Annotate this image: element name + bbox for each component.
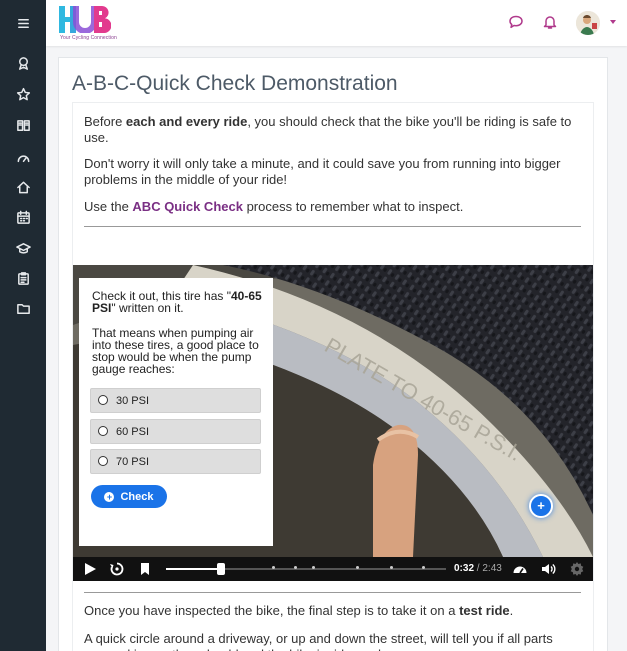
home-icon[interactable] [0,172,46,202]
play-icon[interactable] [82,561,98,577]
settings-gear-icon[interactable] [569,561,585,577]
quiz-option-label: 70 PSI [116,456,150,468]
interaction-marker[interactable] [390,566,393,569]
folder-icon[interactable] [0,293,46,323]
star-icon[interactable] [0,79,46,109]
radio-icon[interactable] [98,426,108,436]
divider-top [84,226,581,227]
video-hotspot-button[interactable]: + [529,494,553,518]
quiz-option-label: 60 PSI [116,426,150,438]
award-icon[interactable] [0,48,46,78]
intro-text-start: Before [84,114,126,129]
radio-icon[interactable] [98,395,108,405]
menu-icon[interactable] [0,8,46,38]
lesson-card: A-B-C-Quick Check Demonstration Before e… [58,57,608,651]
video-progress-handle[interactable] [216,563,225,575]
radio-icon[interactable] [98,456,108,466]
check-button-label: Check [120,490,154,503]
intro-paragraph: Before each and every ride, you should c… [84,114,574,146]
reassurance-paragraph: Don't worry it will only take a minute, … [84,156,561,187]
graduation-cap-icon[interactable] [0,233,46,263]
abc-paragraph: Use the ABC Quick Check process to remem… [84,199,574,215]
abc-text-start: Use the [84,199,133,214]
divider-bottom [84,592,581,593]
bell-icon[interactable] [542,14,560,32]
playback-speed-icon[interactable] [512,561,528,577]
quiz-option-70-psi[interactable]: 70 PSI [90,449,261,474]
abc-text-end: process to remember what to inspect. [242,199,464,214]
test-ride-text-end: . [509,603,514,618]
abc-quick-check-link[interactable]: ABC Quick Check [132,199,243,214]
quiz-question: Check it out, this tire has "40-65 PSI" … [92,290,262,314]
interaction-marker[interactable] [294,566,297,569]
sidebar [0,0,46,651]
user-menu-caret-icon[interactable] [610,20,616,24]
test-ride-paragraph: Once you have inspected the bike, the fi… [84,603,574,619]
test-ride-text-start: Once you have inspected the bike, the fi… [84,603,460,618]
chat-icon[interactable] [508,14,526,32]
quiz-option-60-psi[interactable]: 60 PSI [90,419,261,444]
interaction-marker[interactable] [356,566,359,569]
dashboard-icon[interactable] [0,143,46,173]
logo-tagline: Your Cycling Connection [60,35,117,41]
quiz-question-end: " written on it. [111,301,184,315]
test-ride-emphasis: test ride [459,603,510,618]
quiz-option-30-psi[interactable]: 30 PSI [90,388,261,413]
calendar-icon[interactable] [0,202,46,232]
interaction-marker[interactable] [312,566,315,569]
top-bar: Your Cycling Connection [46,0,627,46]
video-duration: 2:43 [482,563,502,574]
video-progress-played [166,568,221,570]
check-plus-icon: + [104,491,115,502]
quiz-option-label: 30 PSI [116,395,150,407]
intro-emphasis: each and every ride [125,114,248,129]
clipboard-icon[interactable] [0,263,46,293]
rewind-10-icon[interactable] [109,561,125,577]
bookmark-icon[interactable] [137,561,153,577]
interaction-marker[interactable] [422,566,425,569]
interaction-marker[interactable] [272,566,275,569]
logo-mark [59,6,111,33]
page-title: A-B-C-Quick Check Demonstration [72,72,398,95]
current-time: 0:32 [454,563,475,574]
check-button[interactable]: + Check [91,485,167,508]
book-icon[interactable] [0,110,46,140]
video-controls: 0:32 / 2:43 [73,557,593,581]
volume-icon[interactable] [540,561,556,577]
lesson-content: Before each and every ride, you should c… [72,102,594,651]
user-avatar[interactable] [576,11,600,35]
quiz-question-detail: That means when pumping air into these t… [92,326,259,376]
quiz-panel: Check it out, this tire has "40-65 PSI" … [79,278,273,546]
hub-logo[interactable]: Your Cycling Connection [59,6,123,42]
test-ride-detail-paragraph: A quick circle around a driveway, or up … [84,631,553,651]
interactive-video[interactable]: PLATE TO 40-65 P.S.I. Check it out, this… [73,265,593,581]
video-progress-bar[interactable] [166,563,446,575]
video-time: 0:32 / 2:43 [454,563,502,574]
